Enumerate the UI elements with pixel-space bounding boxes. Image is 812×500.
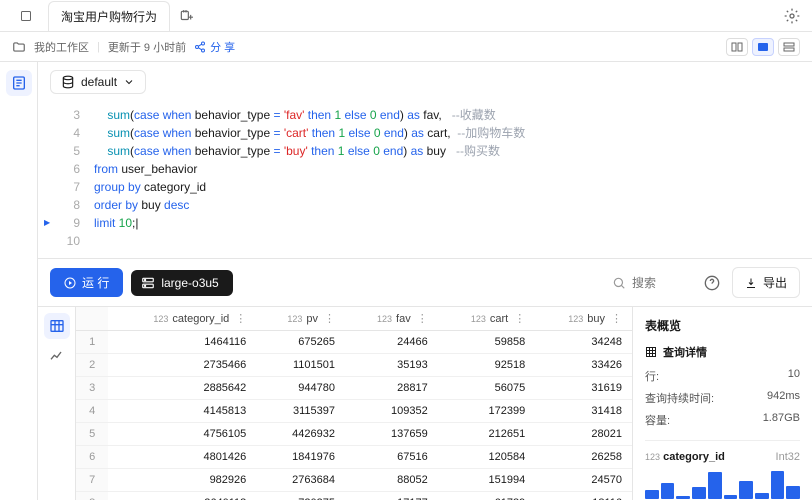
rail-doc-icon[interactable] — [6, 70, 32, 96]
view-chart-icon[interactable] — [44, 343, 70, 369]
search-icon — [612, 276, 626, 290]
sub-bar: 我的工作区 | 更新于 9 小时前 分 享 — [0, 32, 812, 62]
col-cart[interactable]: 123cart⋮ — [438, 307, 536, 331]
col-pv[interactable]: 123pv⋮ — [256, 307, 345, 331]
cluster-select[interactable]: large-o3u5 — [131, 270, 232, 296]
layout-btn-1[interactable] — [726, 38, 748, 56]
share-button[interactable]: 分 享 — [194, 39, 235, 55]
workspace-label: 我的工作区 — [34, 39, 89, 55]
table-row[interactable]: 227354661101501351939251833426 — [76, 354, 632, 377]
col-category_id[interactable]: 123category_id⋮ — [108, 307, 256, 331]
sql-editor[interactable]: 3 sum(case when behavior_type = 'fav' th… — [38, 102, 812, 258]
database-icon — [61, 75, 75, 89]
col-buy[interactable]: 123buy⋮ — [535, 307, 632, 331]
folder-icon — [12, 40, 26, 54]
table-row[interactable]: 32885642944780288175607531619 — [76, 377, 632, 400]
chevron-down-icon — [123, 76, 135, 88]
table-row[interactable]: 6480142618419766751612058426258 — [76, 446, 632, 469]
tab-active[interactable]: 淘宝用户购物行为 — [48, 1, 170, 31]
overview-title: 表概览 — [645, 317, 800, 334]
table-row[interactable]: 11464116675265244665985834248 — [76, 331, 632, 354]
search-input[interactable] — [612, 276, 692, 290]
datasource-select[interactable]: default — [50, 70, 146, 94]
view-table-icon[interactable] — [44, 313, 70, 339]
table-row[interactable]: 798292627636848805215199424570 — [76, 469, 632, 492]
run-button[interactable]: 运 行 — [50, 268, 123, 297]
overview-panel: 表概览 查询详情 行:10 查询持续时间:942ms 容量:1.87GB 123… — [632, 307, 812, 500]
layout-btn-2[interactable] — [752, 38, 774, 56]
updated-label: 更新于 9 小时前 — [108, 39, 186, 55]
layout-btn-3[interactable] — [778, 38, 800, 56]
new-tab-button[interactable] — [174, 4, 198, 28]
table-row[interactable]: 82640118720375171776178918116 — [76, 492, 632, 500]
tab-bar: 淘宝用户购物行为 — [0, 0, 812, 32]
help-icon[interactable] — [700, 271, 724, 295]
settings-icon[interactable] — [780, 4, 804, 28]
results-table[interactable]: 123category_id⋮123pv⋮123fav⋮123cart⋮123b… — [76, 307, 632, 500]
col-fav[interactable]: 123fav⋮ — [345, 307, 438, 331]
left-rail — [0, 62, 38, 500]
table-row[interactable]: 44145813311539710935217239931418 — [76, 400, 632, 423]
export-button[interactable]: 导出 — [732, 267, 800, 298]
grid-icon — [645, 346, 657, 358]
tab-empty[interactable] — [8, 4, 44, 28]
table-row[interactable]: 54756105442693213765921265128021 — [76, 423, 632, 446]
